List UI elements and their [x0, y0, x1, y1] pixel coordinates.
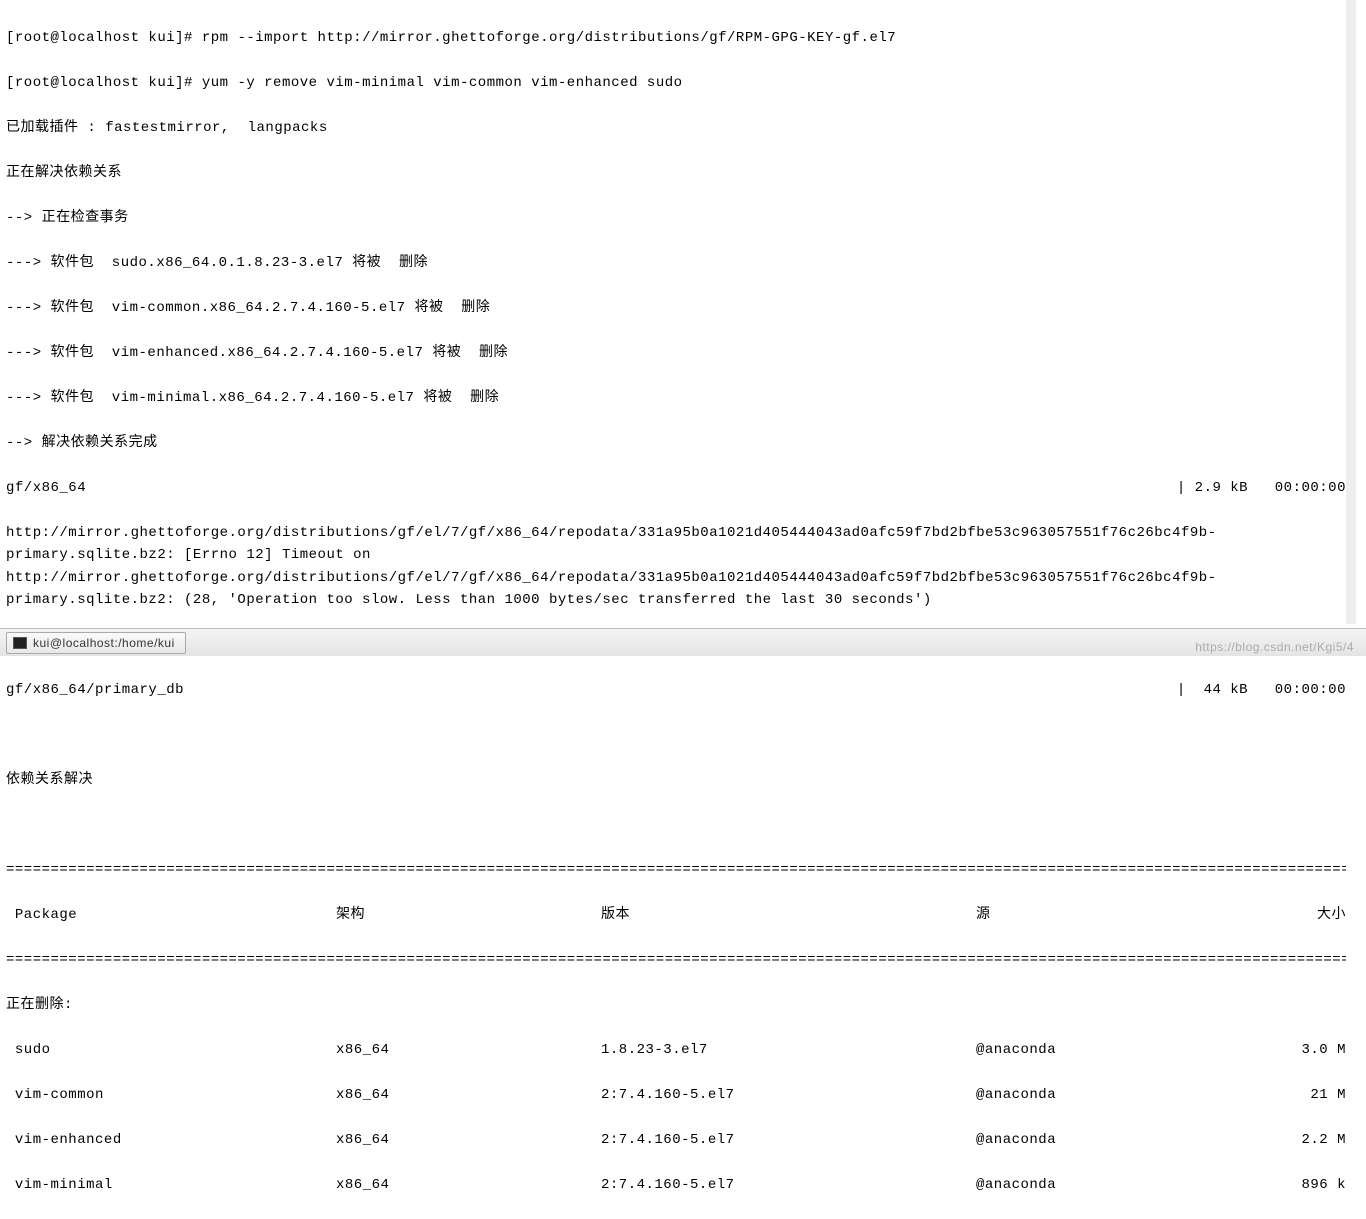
- taskbar-window-button[interactable]: kui@localhost:/home/kui: [6, 632, 186, 654]
- removing-label: 正在删除:: [6, 994, 1340, 1017]
- table-row: sudo x86_64 1.8.23-3.el7 @anaconda 3.0 M: [6, 1039, 1346, 1062]
- table-row: vim-minimal x86_64 2:7.4.160-5.el7 @anac…: [6, 1174, 1346, 1197]
- download-progress: gf/x86_64/primary_db| 44 kB 00:00:00: [6, 679, 1346, 702]
- blank-line: [6, 724, 1340, 747]
- cmd-line-2: [root@localhost kui]# yum -y remove vim-…: [6, 72, 1340, 95]
- output-line: 依赖关系解决: [6, 769, 1340, 792]
- output-line: ---> 软件包 vim-common.x86_64.2.7.4.160-5.e…: [6, 297, 1340, 320]
- output-line: ---> 软件包 sudo.x86_64.0.1.8.23-3.el7 将被 删…: [6, 252, 1340, 275]
- header-size: 大小: [1266, 904, 1346, 927]
- table-row: vim-enhanced x86_64 2:7.4.160-5.el7 @ana…: [6, 1129, 1346, 1152]
- terminal-output[interactable]: [root@localhost kui]# rpm --import http:…: [0, 0, 1356, 624]
- cmd-line-1: [root@localhost kui]# rpm --import http:…: [6, 27, 1340, 50]
- watermark: https://blog.csdn.net/Kgi5/4: [1195, 640, 1354, 654]
- taskbar-window-title: kui@localhost:/home/kui: [33, 636, 175, 650]
- table-row: vim-common x86_64 2:7.4.160-5.el7 @anaco…: [6, 1084, 1346, 1107]
- taskbar: kui@localhost:/home/kui: [0, 628, 1366, 656]
- header-package: Package: [6, 904, 336, 927]
- header-arch: 架构: [336, 904, 601, 927]
- output-line: --> 正在检查事务: [6, 207, 1340, 230]
- error-line: http://mirror.ghettoforge.org/distributi…: [6, 522, 1346, 612]
- download-progress: gf/x86_64| 2.9 kB 00:00:00: [6, 477, 1346, 500]
- table-separator: ========================================…: [6, 949, 1346, 972]
- header-version: 版本: [601, 904, 976, 927]
- output-line: 正在解决依赖关系: [6, 162, 1340, 185]
- blank-line: [6, 814, 1340, 837]
- table-separator: ========================================…: [6, 859, 1346, 882]
- output-line: ---> 软件包 vim-minimal.x86_64.2.7.4.160-5.…: [6, 387, 1340, 410]
- terminal-icon: [13, 637, 27, 649]
- output-line: --> 解决依赖关系完成: [6, 432, 1340, 455]
- table-header: Package 架构 版本 源 大小: [6, 904, 1346, 927]
- output-line: ---> 软件包 vim-enhanced.x86_64.2.7.4.160-5…: [6, 342, 1340, 365]
- output-line: 已加载插件 : fastestmirror, langpacks: [6, 117, 1340, 140]
- header-repo: 源: [976, 904, 1266, 927]
